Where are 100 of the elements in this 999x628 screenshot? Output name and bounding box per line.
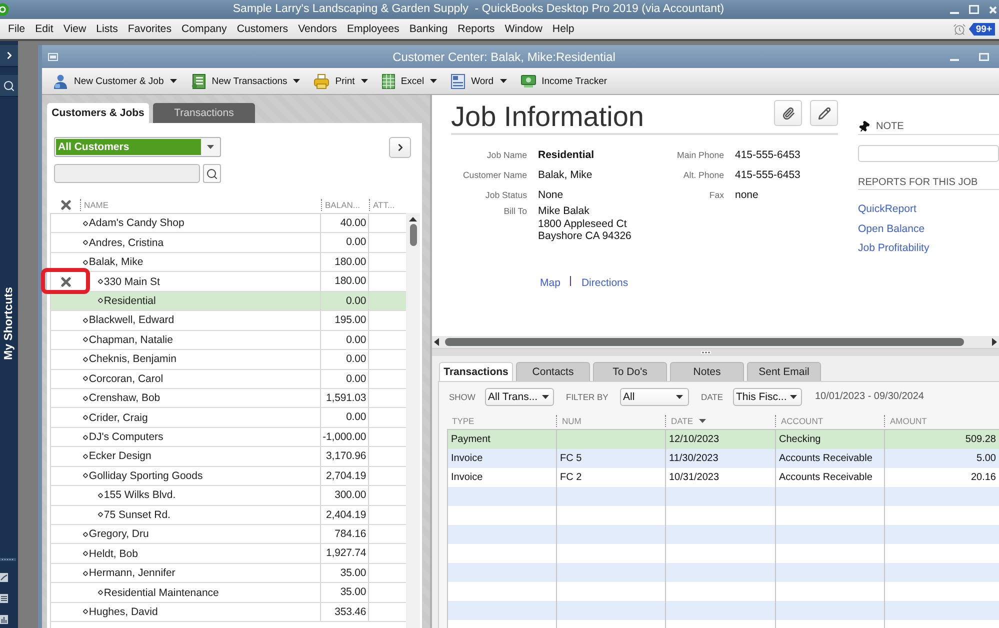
customer-row[interactable]: Golliday Sporting Goods 2,704.19 bbox=[51, 466, 406, 486]
scrollbar-thumb[interactable] bbox=[410, 224, 416, 246]
search-button[interactable] bbox=[0, 75, 18, 97]
customer-balance: 180.00 bbox=[321, 272, 370, 291]
transaction-row[interactable]: Payment 12/10/2023 Checking 509.28 bbox=[448, 430, 999, 449]
menu-item[interactable]: Vendors bbox=[298, 23, 337, 35]
horizontal-scrollbar[interactable] bbox=[432, 336, 999, 349]
list-icon[interactable] bbox=[0, 594, 8, 603]
address-line: Mike Balak bbox=[538, 205, 590, 218]
customer-row[interactable]: Hermann, Jennifer 35.00 bbox=[51, 564, 406, 584]
tab[interactable]: Contacts bbox=[516, 362, 590, 381]
menu-item[interactable]: Customers bbox=[236, 23, 288, 35]
menu-item[interactable]: Reports bbox=[458, 23, 495, 35]
tab[interactable]: To Do's bbox=[593, 362, 667, 381]
report-link[interactable]: QuickReport bbox=[858, 203, 999, 216]
toolbar-button[interactable]: Print bbox=[314, 74, 368, 88]
menu-item[interactable]: Company bbox=[182, 23, 227, 35]
menu-item[interactable]: Favorites bbox=[128, 23, 172, 35]
menu-item[interactable]: Help bbox=[552, 23, 574, 35]
report-link[interactable]: Job Profitability bbox=[858, 242, 999, 256]
transaction-account: Checking bbox=[779, 434, 821, 445]
scroll-left-arrow-icon[interactable] bbox=[434, 338, 439, 346]
edit-button[interactable] bbox=[810, 100, 838, 126]
report-link[interactable]: Open Balance bbox=[858, 222, 999, 236]
customer-name: Gregory, Dru bbox=[88, 528, 149, 540]
customer-row[interactable]: Crider, Craig 0.00 bbox=[51, 408, 406, 428]
tab[interactable]: Sent Email bbox=[747, 362, 821, 381]
minimize-icon[interactable] bbox=[950, 58, 959, 60]
customer-row[interactable]: 75 Sunset Rd. 2,404.19 bbox=[51, 506, 406, 525]
customer-row[interactable]: Crenshaw, Bob 1,591.03 bbox=[51, 388, 406, 408]
menu-item[interactable]: Edit bbox=[35, 23, 54, 35]
transaction-type: Payment bbox=[451, 434, 490, 445]
customer-row[interactable]: Residential 0.00 bbox=[51, 292, 406, 312]
customer-row[interactable]: Hughes, David 353.46 bbox=[51, 602, 406, 622]
close-icon[interactable] bbox=[989, 6, 997, 14]
search-button[interactable] bbox=[203, 164, 221, 183]
splitter-grip-icon[interactable] bbox=[700, 351, 710, 354]
scroll-right-arrow-icon[interactable] bbox=[992, 338, 997, 346]
filter-dropdown[interactable]: This Fisc... bbox=[733, 388, 802, 406]
customer-balance: 35.00 bbox=[321, 583, 370, 602]
window-menu-icon[interactable] bbox=[48, 52, 58, 60]
menu-item[interactable]: View bbox=[63, 23, 86, 35]
maximize-icon[interactable] bbox=[979, 52, 989, 60]
minimize-icon[interactable] bbox=[950, 12, 959, 14]
customer-row[interactable]: Andres, Cristina 0.00 bbox=[51, 233, 406, 253]
toolbar-button[interactable]: New Customer & Job bbox=[53, 74, 177, 88]
customer-row[interactable]: DJ's Computers -1,000.00 bbox=[51, 428, 406, 448]
tab[interactable]: Customers & Jobs bbox=[47, 103, 149, 123]
menu-item[interactable]: File bbox=[8, 23, 26, 35]
customer-row[interactable]: Residential Maintenance 35.00 bbox=[51, 583, 406, 603]
customer-balance: 0.00 bbox=[321, 408, 370, 427]
note-field[interactable] bbox=[858, 145, 999, 162]
toolbar-button[interactable]: Excel bbox=[382, 74, 438, 88]
window-title: Customer Center: Balak, Mike:Residential bbox=[392, 50, 616, 64]
customer-name: Crider, Craig bbox=[88, 412, 148, 424]
printer-icon bbox=[314, 74, 330, 88]
address-link[interactable]: Map bbox=[540, 276, 560, 288]
menu-item[interactable]: Window bbox=[504, 23, 542, 35]
customer-balance: 784.16 bbox=[321, 525, 370, 544]
toolbar-button[interactable]: New Transactions bbox=[190, 74, 300, 88]
bars-icon[interactable] bbox=[0, 615, 8, 624]
caret-icon bbox=[676, 394, 682, 398]
customer-row[interactable]: Ecker Design 3,170.96 bbox=[51, 447, 406, 467]
customer-row[interactable]: Blackwell, Edward 195.00 bbox=[51, 311, 406, 331]
field-label: Main Phone bbox=[676, 149, 724, 162]
vertical-scrollbar[interactable] bbox=[406, 213, 420, 628]
filter-dropdown[interactable]: All bbox=[620, 388, 689, 406]
chart-icon[interactable] bbox=[0, 573, 8, 582]
diamond-icon bbox=[82, 376, 88, 382]
maximize-icon[interactable] bbox=[969, 5, 979, 14]
filter-dropdown[interactable]: All Trans... bbox=[485, 388, 554, 406]
notification-badge[interactable]: 99+ bbox=[968, 22, 995, 36]
customer-row[interactable]: 155 Wilks Blvd. 300.00 bbox=[51, 486, 406, 506]
customer-row[interactable]: Adam's Candy Shop 40.00 bbox=[51, 214, 406, 234]
alarm-clock-icon[interactable] bbox=[952, 22, 966, 36]
next-button[interactable] bbox=[389, 137, 411, 158]
tab[interactable]: Transactions bbox=[153, 103, 255, 123]
pencil-icon bbox=[818, 106, 830, 120]
menu-item[interactable]: Lists bbox=[96, 23, 118, 35]
expand-button[interactable] bbox=[0, 45, 18, 67]
customer-name: Hermann, Jennifer bbox=[88, 567, 176, 580]
address-link[interactable]: Directions bbox=[581, 276, 628, 288]
search-field[interactable] bbox=[54, 164, 200, 183]
menu-item[interactable]: Banking bbox=[409, 23, 448, 35]
diamond-icon bbox=[82, 396, 88, 401]
toolbar-button[interactable]: Income Tracker bbox=[520, 74, 608, 88]
customer-balance: 0.00 bbox=[321, 350, 370, 368]
scrollbar-thumb[interactable] bbox=[445, 338, 964, 346]
customer-row[interactable]: Heldt, Bob 1,927.74 bbox=[51, 544, 406, 564]
tab[interactable]: Transactions bbox=[439, 362, 513, 381]
attach-button[interactable] bbox=[774, 100, 802, 126]
customer-row[interactable]: Chapman, Natalie 0.00 bbox=[51, 330, 406, 350]
menu-item[interactable]: Employees bbox=[346, 23, 400, 35]
transaction-num: FC 5 bbox=[560, 453, 582, 464]
customer-row[interactable]: Corcoran, Carol 0.00 bbox=[51, 370, 406, 389]
customer-row[interactable]: Gregory, Dru 784.16 bbox=[51, 525, 406, 544]
customer-name: 75 Sunset Rd. bbox=[104, 508, 170, 521]
customer-row[interactable]: Cheknis, Benjamin 0.00 bbox=[51, 350, 406, 370]
tab[interactable]: Notes bbox=[670, 362, 744, 381]
toolbar-button[interactable]: Word bbox=[451, 74, 507, 88]
